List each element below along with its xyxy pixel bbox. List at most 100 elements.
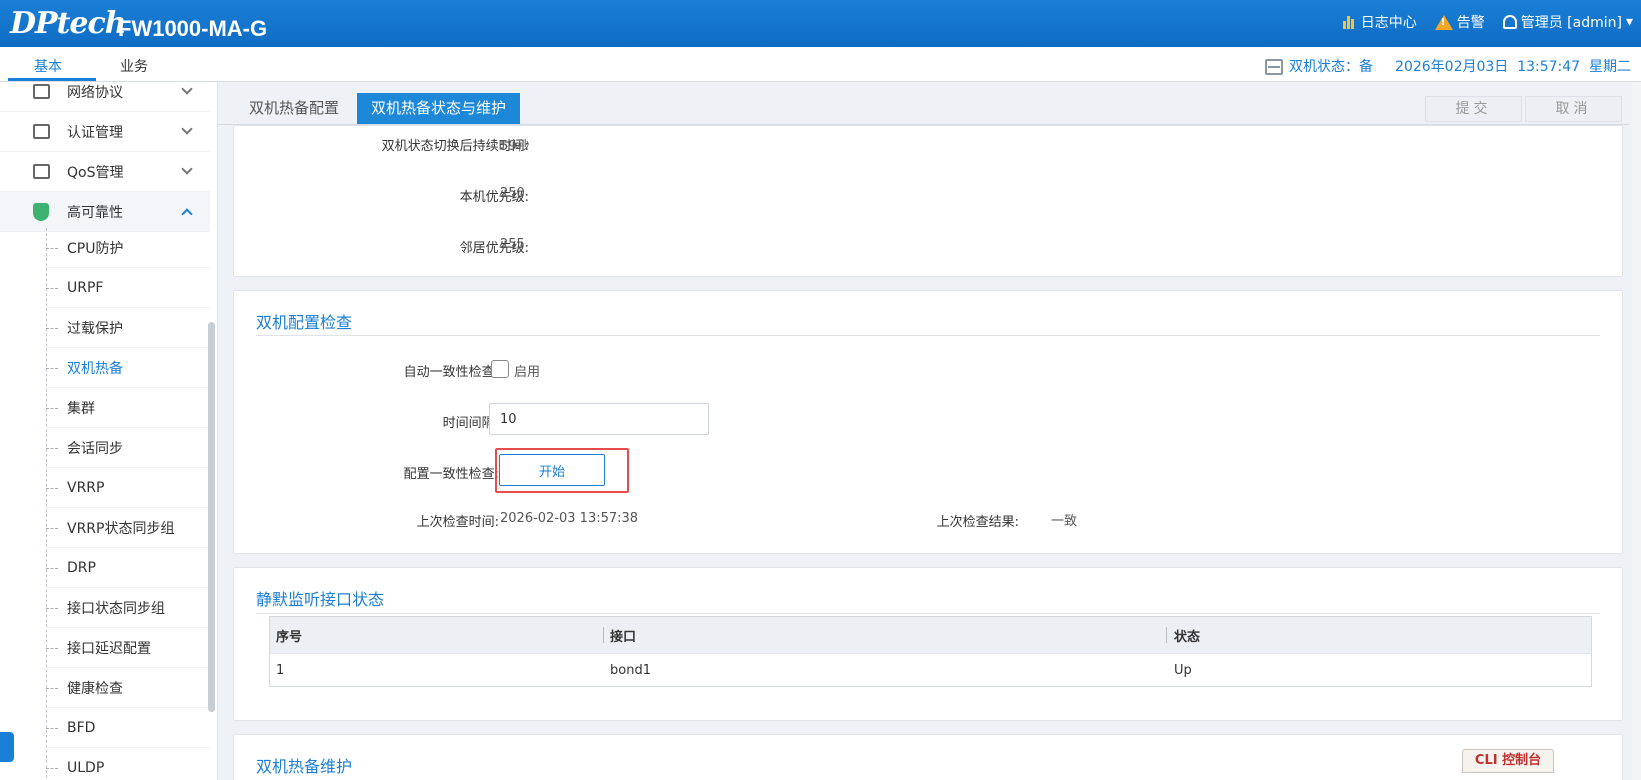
sidebar-group-ha[interactable]: 高可靠性 (0, 192, 210, 232)
sidebar-item-label: VRRP状态同步组 (67, 520, 175, 537)
warning-icon (1434, 14, 1453, 30)
server-icon (1265, 59, 1284, 75)
status-card: 双机状态切换后持续时间: 59秒 本机优先级: 250 邻居优先级: 255 (233, 125, 1623, 277)
sidebar-item-label: 双机热备 (67, 360, 123, 377)
sidebar-item-drp[interactable]: DRP (46, 548, 210, 588)
nav-tab-basic[interactable]: 基本 (34, 56, 62, 76)
start-check-button[interactable]: 开始 (499, 454, 605, 486)
chevron-down-icon (181, 83, 193, 95)
sidebar-item-vrrp[interactable]: VRRP (46, 468, 210, 508)
column-header-status: 状态 (1174, 629, 1201, 645)
sidebar-group-label: 网络协议 (67, 84, 123, 101)
sidebar-item-ha[interactable]: 双机热备 (46, 348, 210, 388)
active-tab-indicator (8, 78, 96, 81)
table-header: 序号 接口 状态 (270, 617, 1591, 653)
brand-logo: DPtech (10, 6, 127, 41)
sidebar-item-cluster[interactable]: 集群 (46, 388, 210, 428)
module-nav: 基本 业务 双机状态：备 2026年02月03日 13:57:47 星期二 (0, 47, 1641, 82)
sidebar-group-auth[interactable]: 认证管理 (0, 112, 210, 152)
sidebar-item-label: DRP (67, 559, 96, 576)
auth-icon (33, 124, 50, 139)
ha-status-label: 双机状态：备 (1289, 59, 1374, 75)
auto-check-option: 启用 (514, 365, 541, 380)
alarm-label: 告警 (1456, 15, 1485, 31)
table-row[interactable]: 1 bond1 Up (270, 653, 1591, 686)
auto-check-checkbox[interactable] (491, 360, 509, 378)
page-scrollbar[interactable] (1632, 82, 1641, 780)
neighbor-priority-value: 255 (500, 237, 525, 252)
chevron-up-icon (181, 208, 193, 220)
column-header-index: 序号 (276, 629, 303, 645)
sidebar-item-vrrp-sync[interactable]: VRRP状态同步组 (46, 508, 210, 548)
consistency-label: 配置一致性检查: (403, 467, 499, 482)
sidebar-group-network[interactable]: 网络协议 (0, 82, 210, 112)
sidebar-item-uldp[interactable]: ULDP (46, 748, 210, 780)
local-priority-label: 本机优先级: (459, 190, 529, 205)
column-divider (1166, 627, 1167, 643)
sidebar-item-label: 健康检查 (67, 680, 123, 697)
section-divider (256, 613, 1600, 614)
date-label: 2026年02月03日 (1395, 59, 1509, 75)
ha-status: 双机状态：备 (1265, 56, 1373, 76)
sidebar-item-label: 集群 (67, 400, 95, 417)
cell-interface: bond1 (610, 662, 651, 678)
sidebar-item-label: URPF (67, 279, 104, 296)
switch-duration-value: 59秒 (500, 139, 530, 154)
sidebar-item-urpf[interactable]: URPF (46, 268, 210, 308)
sidebar-group-qos[interactable]: QoS管理 (0, 152, 210, 192)
sidebar-item-if-delay[interactable]: 接口延迟配置 (46, 628, 210, 668)
maintenance-card: 双机热备维护 (233, 734, 1623, 780)
datetime: 2026年02月03日 13:57:47 星期二 (1395, 56, 1631, 76)
tab-ha-config[interactable]: 双机热备配置 (235, 93, 354, 124)
chevron-down-icon (181, 123, 193, 135)
interval-input[interactable] (489, 403, 709, 435)
cancel-button[interactable]: 取消 (1525, 96, 1622, 122)
log-center-link[interactable]: 日志中心 (1342, 12, 1417, 32)
cli-console-button[interactable]: CLI 控制台 (1462, 749, 1554, 773)
section-divider (256, 335, 1600, 336)
interface-table: 序号 接口 状态 1 bond1 Up (269, 616, 1592, 687)
section-title: 静默监听接口状态 (256, 590, 385, 609)
sidebar-item-label: VRRP (67, 479, 105, 496)
neighbor-priority-label: 邻居优先级: (459, 241, 529, 256)
time-label: 13:57:47 (1517, 59, 1581, 75)
column-divider (603, 627, 604, 643)
switch-duration-label: 双机状态切换后持续时间: (381, 139, 529, 154)
local-priority-value: 250 (500, 186, 525, 201)
cell-status: Up (1174, 662, 1192, 678)
last-time-label: 上次检查时间: (416, 515, 499, 530)
sidebar-item-cpu[interactable]: CPU防护 (46, 228, 210, 268)
sidebar-scrollbar[interactable] (208, 322, 215, 712)
sidebar: 网络协议 认证管理 QoS管理 高可靠性 CPU防护 URPF 过载保护 双机热… (0, 82, 218, 780)
auto-check-label: 自动一致性检查: (403, 365, 499, 380)
sidebar-item-label: CPU防护 (67, 240, 124, 257)
device-model: FW1000-MA-G (118, 16, 268, 41)
tab-ha-status[interactable]: 双机热备状态与维护 (357, 93, 521, 124)
sidebar-item-label: 过载保护 (67, 320, 123, 337)
nav-tab-service[interactable]: 业务 (120, 56, 148, 76)
bar-chart-icon (1342, 15, 1357, 29)
chevron-down-icon: ▾ (1625, 14, 1633, 30)
sidebar-item-health[interactable]: 健康检查 (46, 668, 210, 708)
sidebar-item-overload[interactable]: 过载保护 (46, 308, 210, 348)
status-bar: 双机状态：备 2026年02月03日 13:57:47 星期二 (1265, 56, 1631, 76)
network-icon (33, 84, 50, 99)
sidebar-item-session-sync[interactable]: 会话同步 (46, 428, 210, 468)
search-icon[interactable] (0, 732, 14, 762)
sidebar-item-if-sync[interactable]: 接口状态同步组 (46, 588, 210, 628)
last-result-label: 上次检查结果: (936, 515, 1019, 530)
column-header-interface: 接口 (610, 629, 637, 645)
sidebar-item-label: 接口状态同步组 (67, 600, 165, 617)
sidebar-item-bfd[interactable]: BFD (46, 708, 210, 748)
weekday-label: 星期二 (1589, 59, 1631, 75)
section-title: 双机配置检查 (256, 313, 353, 332)
submit-button[interactable]: 提交 (1425, 96, 1522, 122)
user-menu[interactable]: 管理员 [admin] ▾ (1502, 12, 1633, 32)
sidebar-item-label: BFD (67, 719, 96, 736)
log-center-label: 日志中心 (1360, 15, 1417, 31)
last-time-value: 2026-02-03 13:57:38 (500, 511, 639, 526)
alarm-link[interactable]: 告警 (1434, 12, 1485, 32)
header-actions: 日志中心 告警 管理员 [admin] ▾ (1342, 12, 1633, 32)
top-header: DPtech FW1000-MA-G 日志中心 告警 管理员 [admin] ▾ (0, 0, 1641, 47)
shield-icon (33, 202, 49, 221)
